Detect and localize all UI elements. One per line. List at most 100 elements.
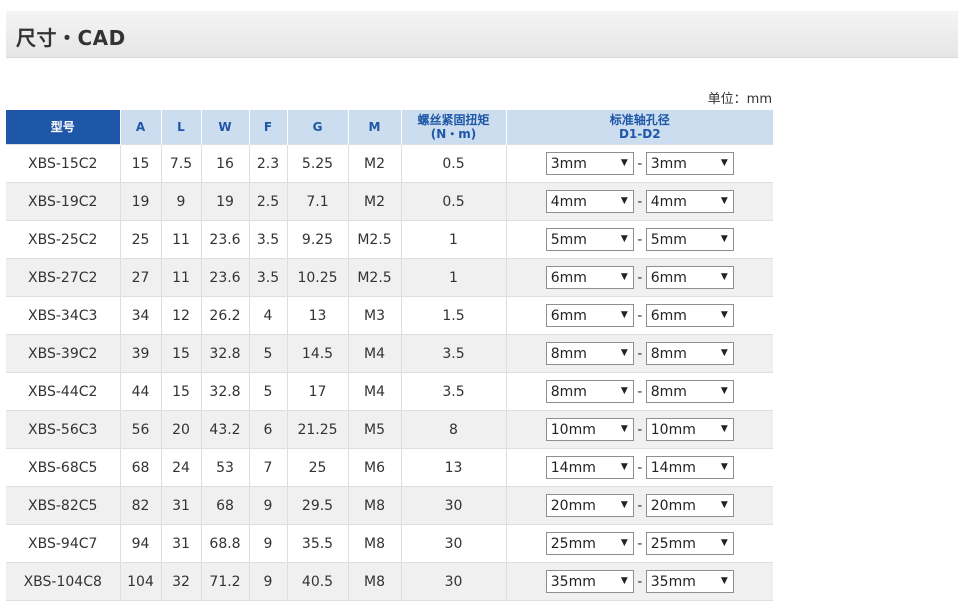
chevron-down-icon: ▼: [720, 348, 728, 358]
table-row: XBS-104C8 104 32 71.2 9 40.5 M8 30 35mm ▼ -35mm ▼: [6, 562, 773, 601]
bore-d2-select[interactable]: 20mm ▼: [645, 494, 734, 517]
bore-d2-select-value: 6mm: [650, 270, 687, 286]
bore-d1-select[interactable]: 6mm ▼: [545, 266, 634, 289]
torque-cell: 3.5: [400, 334, 506, 373]
a-cell: 44: [119, 372, 161, 411]
col-header-bore-sub: D1-D2: [618, 127, 661, 141]
bore-d1-select[interactable]: 25mm ▼: [545, 532, 634, 555]
bore-d2-select[interactable]: 25mm ▼: [645, 532, 734, 555]
torque-cell: 0.5: [400, 182, 506, 221]
g-cell: 13: [286, 296, 348, 335]
w-cell: 26.2: [200, 296, 249, 335]
chevron-down-icon: ▼: [620, 462, 628, 472]
m-cell: M2.5: [347, 220, 401, 259]
bore-d1-select-value: 20mm: [550, 498, 596, 514]
bore-d1-select[interactable]: 20mm ▼: [545, 494, 634, 517]
chevron-down-icon: ▼: [720, 310, 728, 320]
torque-cell: 1: [400, 258, 506, 297]
table-row: XBS-25C2 25 11 23.6 3.5 9.25 M2.5 1 5mm ▼ -5mm ▼: [6, 220, 773, 259]
bore-d2-select[interactable]: 6mm ▼: [645, 304, 734, 327]
g-cell: 17: [286, 372, 348, 411]
col-header-torque: 螺丝紧固扭矩 (N・m): [400, 110, 506, 145]
g-cell: 25: [286, 448, 348, 487]
bore-d2-select[interactable]: 10mm ▼: [645, 418, 734, 441]
bore-d2-select[interactable]: 4mm ▼: [645, 190, 734, 213]
bore-d1-select-value: 35mm: [550, 574, 596, 590]
section-title: 尺寸・CAD: [16, 26, 126, 50]
bore-d2-select-value: 25mm: [650, 536, 696, 552]
chevron-down-icon: ▼: [620, 234, 628, 244]
bore-separator: -: [637, 383, 643, 400]
bore-separator: -: [637, 269, 643, 286]
bore-d1-select[interactable]: 5mm ▼: [545, 228, 634, 251]
m-cell: M2.5: [347, 258, 401, 297]
g-cell: 29.5: [286, 486, 348, 525]
bore-d1-select[interactable]: 35mm ▼: [545, 570, 634, 593]
a-cell: 104: [119, 562, 161, 601]
bore-d1-select[interactable]: 14mm ▼: [545, 456, 634, 479]
bore-d1-select[interactable]: 3mm ▼: [545, 152, 634, 175]
bore-d2-select[interactable]: 35mm ▼: [645, 570, 734, 593]
torque-cell: 3.5: [400, 372, 506, 411]
bore-d1-select[interactable]: 10mm ▼: [545, 418, 634, 441]
bore-cell: 5mm ▼ -5mm ▼: [505, 220, 773, 259]
w-cell: 43.2: [200, 410, 249, 449]
col-header-model: 型号: [6, 110, 120, 145]
model-cell: XBS-104C8: [6, 562, 120, 601]
g-cell: 14.5: [286, 334, 348, 373]
model-cell: XBS-25C2: [6, 220, 120, 259]
a-cell: 25: [119, 220, 161, 259]
bore-d2-select[interactable]: 3mm ▼: [645, 152, 734, 175]
f-cell: 9: [248, 524, 287, 563]
a-cell: 34: [119, 296, 161, 335]
bore-d1-select-value: 10mm: [550, 422, 596, 438]
bore-d1-select[interactable]: 6mm ▼: [545, 304, 634, 327]
f-cell: 2.5: [248, 182, 287, 221]
table-row: XBS-15C2 15 7.5 16 2.3 5.25 M2 0.5 3mm ▼ -3mm ▼: [6, 144, 773, 183]
w-cell: 23.6: [200, 220, 249, 259]
w-cell: 68.8: [200, 524, 249, 563]
bore-d2-select-value: 8mm: [650, 384, 687, 400]
model-cell: XBS-15C2: [6, 144, 120, 183]
f-cell: 7: [248, 448, 287, 487]
bore-d2-select[interactable]: 8mm ▼: [645, 342, 734, 365]
table-row: XBS-68C5 68 24 53 7 25 M6 13 14mm ▼ -14mm ▼: [6, 448, 773, 487]
bore-d1-select[interactable]: 8mm ▼: [545, 342, 634, 365]
bore-cell: 35mm ▼ -35mm ▼: [505, 562, 773, 601]
section-header: 尺寸・CAD: [6, 11, 958, 58]
bore-d2-select-value: 8mm: [650, 346, 687, 362]
table-row: XBS-82C5 82 31 68 9 29.5 M8 30 20mm ▼ -20mm ▼: [6, 486, 773, 525]
bore-d1-select[interactable]: 8mm ▼: [545, 380, 634, 403]
w-cell: 23.6: [200, 258, 249, 297]
w-cell: 32.8: [200, 334, 249, 373]
model-cell: XBS-34C3: [6, 296, 120, 335]
col-header-w: W: [200, 110, 249, 145]
bore-d2-select[interactable]: 5mm ▼: [645, 228, 734, 251]
bore-d1-select-value: 14mm: [550, 460, 596, 476]
m-cell: M2: [347, 182, 401, 221]
bore-d2-select-value: 10mm: [650, 422, 696, 438]
chevron-down-icon: ▼: [620, 272, 628, 282]
bore-d2-select[interactable]: 14mm ▼: [645, 456, 734, 479]
model-cell: XBS-27C2: [6, 258, 120, 297]
bore-d1-select-value: 8mm: [550, 346, 587, 362]
l-cell: 24: [160, 448, 201, 487]
col-header-torque-unit: (N・m): [430, 127, 477, 141]
a-cell: 27: [119, 258, 161, 297]
bore-d2-select[interactable]: 6mm ▼: [645, 266, 734, 289]
bore-cell: 4mm ▼ -4mm ▼: [505, 182, 773, 221]
bore-d2-select[interactable]: 8mm ▼: [645, 380, 734, 403]
bore-d1-select[interactable]: 4mm ▼: [545, 190, 634, 213]
chevron-down-icon: ▼: [720, 500, 728, 510]
bore-separator: -: [637, 497, 643, 514]
a-cell: 82: [119, 486, 161, 525]
chevron-down-icon: ▼: [720, 272, 728, 282]
bore-separator: -: [637, 231, 643, 248]
m-cell: M4: [347, 372, 401, 411]
table-header-row: 型号 A L W F G M 螺丝紧固扭矩 (N・m) 标准轴孔径 D1-D2: [6, 110, 773, 145]
w-cell: 53: [200, 448, 249, 487]
l-cell: 32: [160, 562, 201, 601]
model-cell: XBS-82C5: [6, 486, 120, 525]
col-header-torque-label: 螺丝紧固扭矩: [417, 113, 490, 127]
l-cell: 31: [160, 486, 201, 525]
